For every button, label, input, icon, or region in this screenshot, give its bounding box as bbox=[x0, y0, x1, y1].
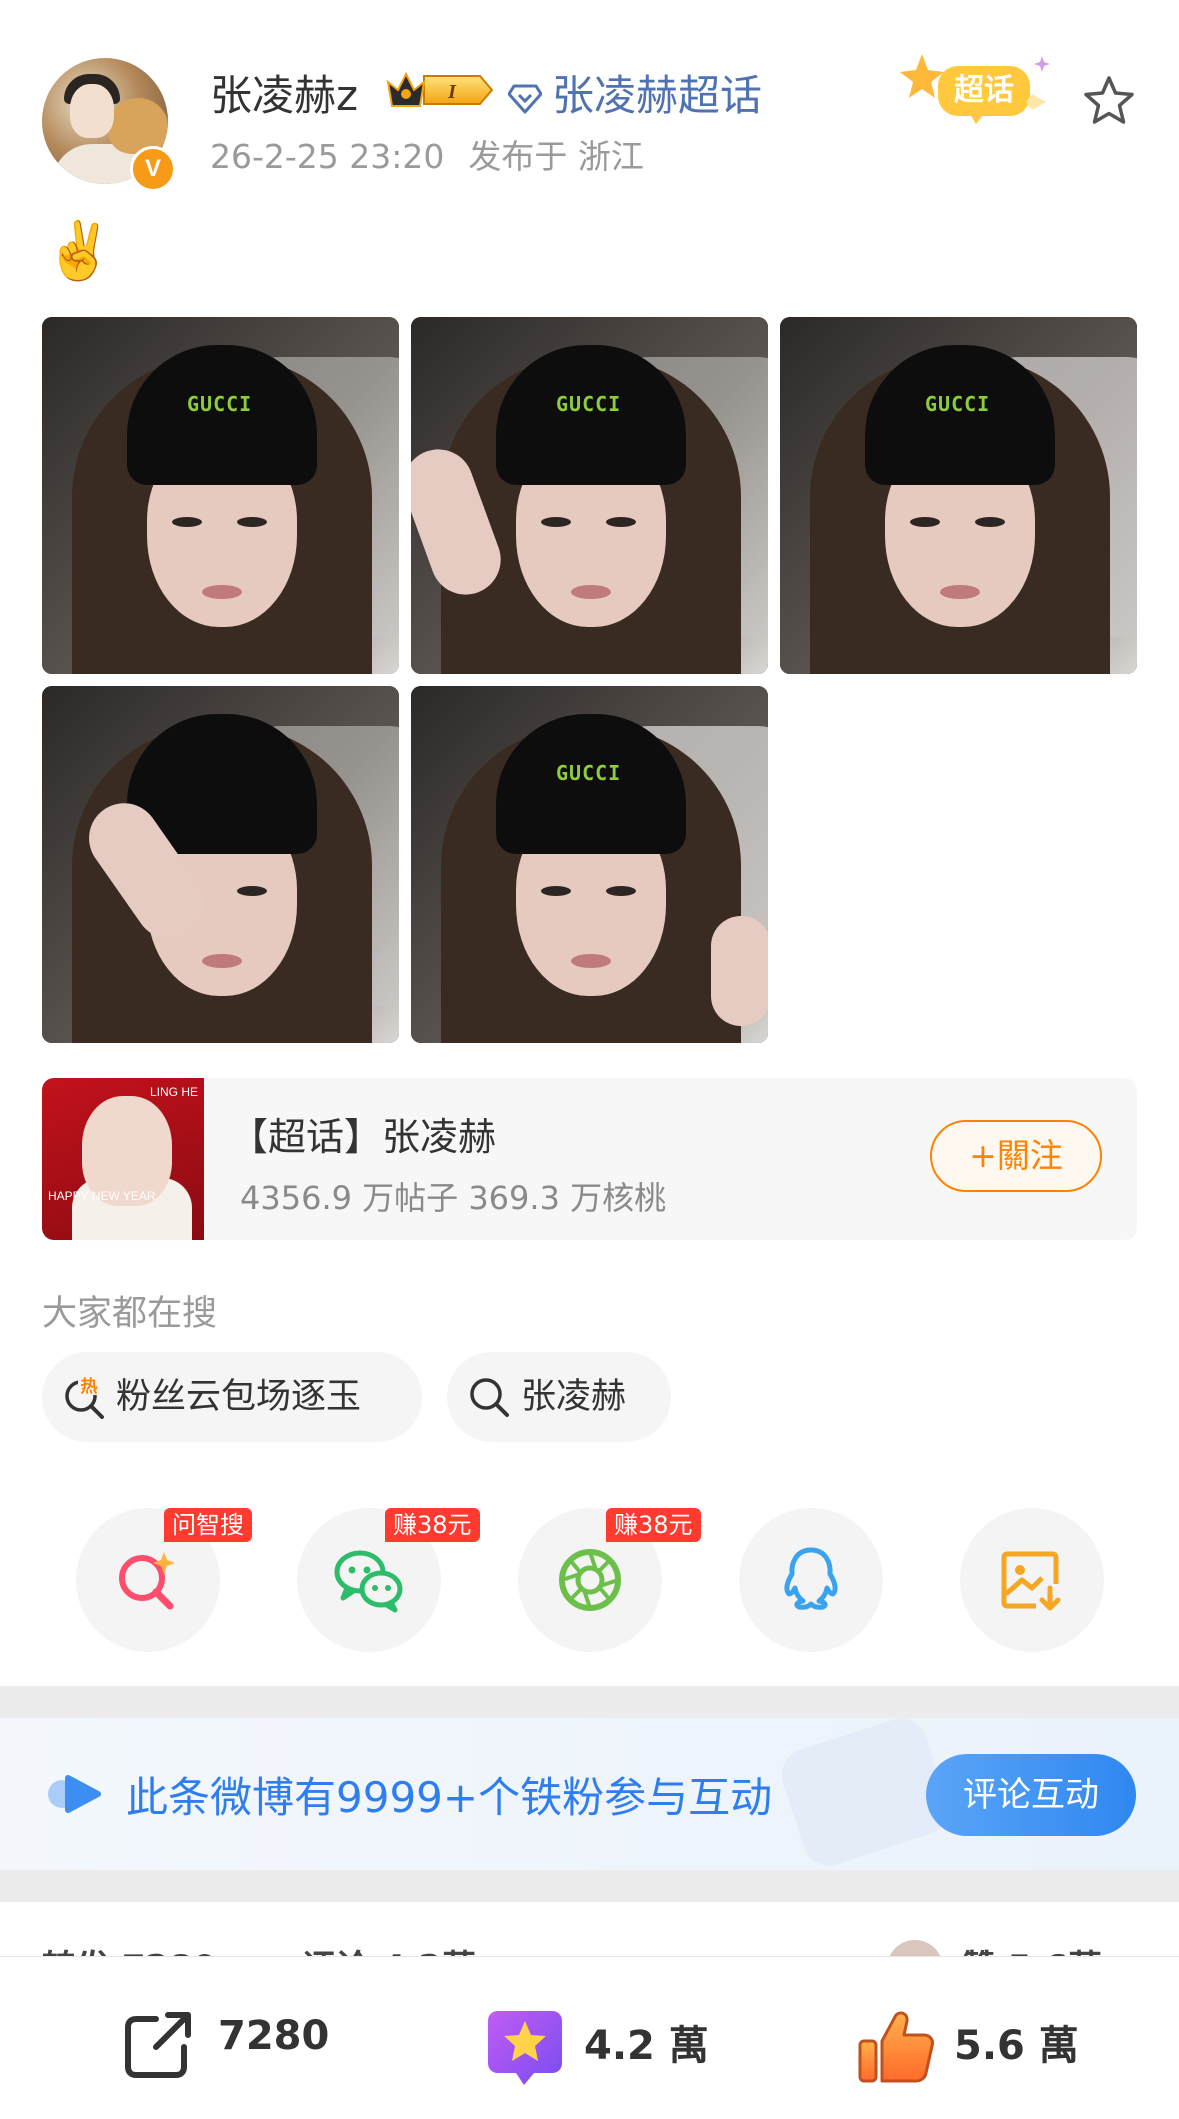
author-name[interactable]: 张凌赫z bbox=[210, 62, 358, 123]
qq-icon bbox=[784, 1547, 838, 1610]
comment-star-icon bbox=[488, 2011, 562, 2085]
post-text: ✌️ bbox=[44, 219, 114, 284]
section-divider bbox=[0, 1870, 1179, 1902]
super-topic-card[interactable]: LING HE HAPPY NEW YEAR 【超话】张凌赫 4356.9 万帖… bbox=[42, 1078, 1137, 1240]
photo-logo-text: GUCCI bbox=[187, 392, 253, 416]
comment-interact-button[interactable]: 评论互动 bbox=[926, 1754, 1136, 1836]
search-chip-label: 张凌赫 bbox=[521, 1377, 627, 1417]
hot-mark-text: 热 bbox=[81, 1376, 98, 1397]
comment-count: 4.2 萬 bbox=[584, 2023, 709, 2069]
post-photo-4[interactable] bbox=[42, 686, 399, 1043]
verified-badge-icon: V bbox=[130, 146, 176, 192]
post-time: 26-2-25 23:20 bbox=[210, 137, 445, 176]
repost-icon bbox=[125, 2012, 191, 2078]
wechat-icon bbox=[334, 1550, 403, 1613]
fan-interaction-icon bbox=[48, 1775, 101, 1813]
super-topic-cover: LING HE HAPPY NEW YEAR bbox=[42, 1078, 204, 1240]
cover-text-top: LING HE bbox=[149, 1085, 198, 1099]
repost-button[interactable]: 7280 bbox=[120, 1957, 360, 2119]
post-photo-2[interactable]: GUCCI bbox=[411, 317, 768, 674]
follow-button[interactable]: +關注 bbox=[930, 1120, 1102, 1192]
photo-logo-text: GUCCI bbox=[556, 392, 622, 416]
bottom-action-bar: 7280 4.2 萬 5.6 萬 bbox=[0, 1956, 1179, 2119]
hot-search-icon: 热 bbox=[65, 1375, 104, 1419]
search-icon bbox=[470, 1378, 509, 1417]
cover-text-bottom: HAPPY NEW YEAR bbox=[48, 1189, 156, 1203]
search-chip-label: 粉丝云包场逐玉 bbox=[116, 1377, 362, 1417]
moments-icon bbox=[559, 1549, 621, 1611]
trending-search-heading: 大家都在搜 bbox=[42, 1294, 218, 1334]
comment-button[interactable]: 4.2 萬 bbox=[484, 1957, 744, 2119]
share-qq-button[interactable] bbox=[739, 1508, 883, 1652]
share-tag-ai-search: 问智搜 bbox=[164, 1508, 252, 1542]
like-count: 5.6 萬 bbox=[954, 2023, 1079, 2069]
post-photo-3[interactable]: GUCCI bbox=[780, 317, 1137, 674]
diamond-icon bbox=[508, 84, 542, 113]
super-topic-link-label: 张凌赫超话 bbox=[552, 71, 763, 120]
photo-logo-text: GUCCI bbox=[556, 761, 622, 785]
super-topic-stats: 4356.9 万帖子 369.3 万核桃 bbox=[240, 1179, 667, 1217]
fan-level-badge[interactable]: I bbox=[384, 68, 494, 112]
favorite-star-icon[interactable] bbox=[1082, 74, 1136, 128]
post-meta: 26-2-25 23:20 发布于 浙江 bbox=[210, 130, 644, 178]
like-button[interactable]: 5.6 萬 bbox=[856, 1957, 1116, 2119]
photo-logo-text: GUCCI bbox=[925, 392, 991, 416]
ai-search-icon bbox=[119, 1552, 175, 1610]
post-photo-5[interactable]: GUCCI bbox=[411, 686, 768, 1043]
super-topic-badge[interactable]: 超话 bbox=[900, 52, 1050, 128]
share-tag-moments: 赚38元 bbox=[606, 1508, 701, 1542]
thumbs-up-icon bbox=[858, 2011, 934, 2083]
super-topic-badge-label: 超话 bbox=[954, 73, 1014, 108]
search-chip-1[interactable]: 热 粉丝云包场逐玉 bbox=[42, 1352, 422, 1442]
save-image-icon bbox=[1001, 1551, 1061, 1611]
fan-interaction-text: 此条微博有9999+个铁粉参与互动 bbox=[126, 1773, 773, 1822]
super-topic-title: 【超话】张凌赫 bbox=[230, 1115, 497, 1159]
share-save-image-button[interactable] bbox=[960, 1508, 1104, 1652]
super-topic-link[interactable]: 张凌赫超话 bbox=[508, 62, 762, 123]
post-location: 发布于 浙江 bbox=[468, 137, 644, 176]
level-badge-text: I bbox=[447, 81, 457, 103]
post-photo-1[interactable]: GUCCI bbox=[42, 317, 399, 674]
section-divider bbox=[0, 1686, 1179, 1718]
search-chip-2[interactable]: 张凌赫 bbox=[447, 1352, 671, 1442]
repost-count: 7280 bbox=[218, 2013, 330, 2059]
fan-interaction-banner[interactable]: 此条微博有9999+个铁粉参与互动 评论互动 bbox=[0, 1711, 1179, 1873]
share-tag-wechat: 赚38元 bbox=[385, 1508, 480, 1542]
